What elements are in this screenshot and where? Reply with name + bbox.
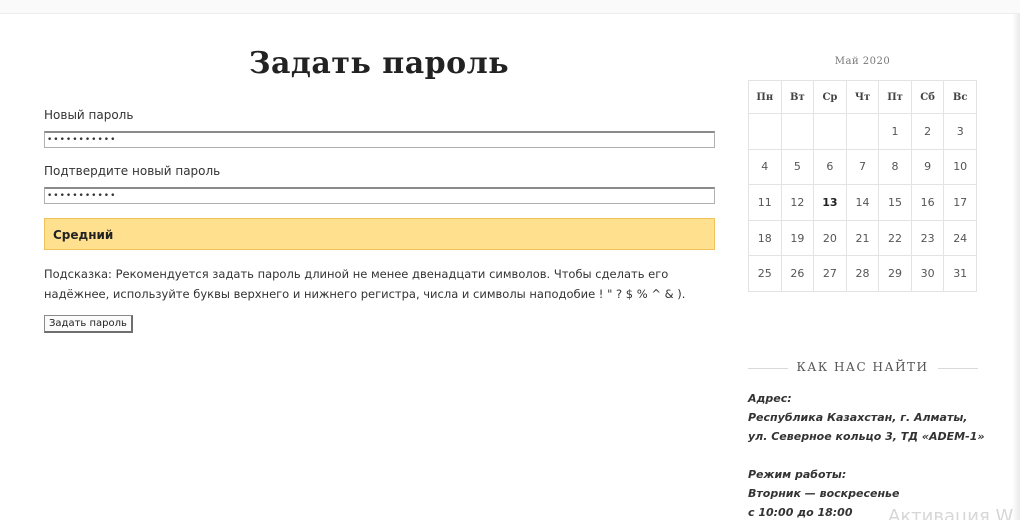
calendar-day: 19 — [780, 219, 815, 257]
calendar-day — [780, 113, 815, 150]
calendar-day: 31 — [943, 255, 977, 292]
hours-heading: Режим работы: — [748, 468, 847, 481]
calendar-week: 1 2 3 — [748, 113, 977, 150]
calendar-day: 25 — [748, 255, 782, 292]
password-hint-line: надёжнее, используйте буквы верхнего и н… — [44, 287, 686, 301]
password-hint-line: Подсказка: Рекомендуется задать пароль д… — [44, 267, 669, 281]
calendar-widget: Пн Вт Ср Чт Пт Сб Вс 1 2 3 4 5 6 7 8 9 1… — [748, 80, 977, 292]
hours-block: Режим работы: Вторник — воскресенье с 10… — [748, 465, 899, 520]
calendar-day: 29 — [878, 255, 912, 292]
calendar-caption: Май 2020 — [834, 56, 891, 67]
weekday-header: Сб — [910, 80, 945, 114]
section-divider — [748, 368, 788, 369]
hours-line: с 10:00 до 18:00 — [748, 506, 853, 519]
calendar-day: 24 — [943, 219, 977, 257]
new-password-label: Новый пароль — [44, 108, 134, 122]
calendar-day: 2 — [910, 113, 945, 150]
calendar-day: 4 — [748, 148, 782, 186]
address-line: ул. Северное кольцо 3, ТД «ADEM-1» — [748, 430, 985, 443]
calendar-day: 8 — [878, 148, 912, 186]
section-divider — [938, 368, 978, 369]
calendar-day: 15 — [878, 184, 912, 221]
calendar-day: 11 — [748, 184, 782, 221]
calendar-day: 28 — [845, 255, 880, 292]
calendar-day: 9 — [910, 148, 945, 186]
calendar-day: 1 — [878, 113, 912, 150]
set-password-button[interactable]: Задать пароль — [44, 315, 133, 333]
password-hint: Подсказка: Рекомендуется задать пароль д… — [44, 264, 724, 304]
calendar-day: 30 — [910, 255, 945, 292]
new-password-input[interactable] — [44, 131, 715, 148]
calendar-day: 17 — [943, 184, 977, 221]
calendar-day: 23 — [910, 219, 945, 257]
calendar-day — [813, 113, 847, 150]
calendar-day: 5 — [780, 148, 815, 186]
top-bar — [0, 0, 1020, 14]
calendar-week: 25 26 27 28 29 30 31 — [748, 255, 977, 292]
calendar-week: 11 12 13 14 15 16 17 — [748, 184, 977, 221]
calendar-day: 12 — [780, 184, 815, 221]
weekday-header: Чт — [845, 80, 880, 114]
address-block: Адрес: Республика Казахстан, г. Алматы, … — [748, 389, 985, 446]
weekday-header: Вс — [943, 80, 977, 114]
weekday-header: Ср — [813, 80, 847, 114]
calendar-day: 18 — [748, 219, 782, 257]
confirm-password-label: Подтвердите новый пароль — [44, 164, 221, 178]
calendar-day: 22 — [878, 219, 912, 257]
calendar-day: 14 — [845, 184, 880, 221]
activation-watermark: Активация W — [888, 506, 1014, 520]
calendar-day — [845, 113, 880, 150]
calendar-day: 6 — [813, 148, 847, 186]
calendar-day: 26 — [780, 255, 815, 292]
calendar-week: 18 19 20 21 22 23 24 — [748, 219, 977, 257]
scroll-shadow — [1012, 14, 1020, 520]
password-strength-indicator: Средний — [44, 218, 715, 250]
calendar-header-row: Пн Вт Ср Чт Пт Сб Вс — [748, 80, 977, 114]
weekday-header: Пн — [748, 80, 782, 114]
weekday-header: Пт — [878, 80, 912, 114]
calendar-day: 3 — [943, 113, 977, 150]
confirm-password-input[interactable] — [44, 187, 715, 204]
calendar-week: 4 5 6 7 8 9 10 — [748, 148, 977, 186]
page-title: Задать пароль — [248, 46, 510, 81]
calendar-day: 20 — [813, 219, 847, 257]
hours-line: Вторник — воскресенье — [748, 487, 900, 500]
calendar-day — [748, 113, 782, 150]
calendar-day: 10 — [943, 148, 977, 186]
find-us-title: КАК НАС НАЙТИ — [796, 360, 929, 374]
calendar-day: 21 — [845, 219, 880, 257]
calendar-day-today: 13 — [813, 184, 847, 221]
address-line: Республика Казахстан, г. Алматы, — [748, 411, 968, 424]
address-heading: Адрес: — [748, 392, 792, 405]
calendar-day: 27 — [813, 255, 847, 292]
calendar-day: 16 — [910, 184, 945, 221]
calendar-day: 7 — [845, 148, 880, 186]
weekday-header: Вт — [780, 80, 815, 114]
